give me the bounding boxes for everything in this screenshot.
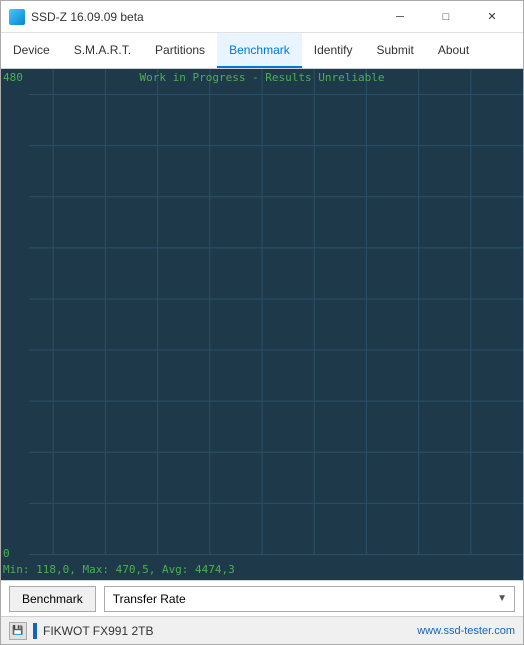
main-window: SSD-Z 16.09.09 beta ─ □ ✕ Device S.M.A.R… [0,0,524,645]
dropdown-wrapper: Transfer Rate Random Read Random Write ▼ [104,586,515,612]
website-label: www.ssd-tester.com [417,625,515,637]
app-icon [9,9,25,25]
benchmark-button[interactable]: Benchmark [9,586,96,612]
menu-bar: Device S.M.A.R.T. Partitions Benchmark I… [1,33,523,69]
minimize-button[interactable]: ─ [377,1,423,33]
menu-item-partitions[interactable]: Partitions [143,33,217,68]
main-content: 480 Work in Progress - Results Unreliabl… [1,69,523,580]
bottom-bar: Benchmark Transfer Rate Random Read Rand… [1,580,523,616]
chart-area: 480 Work in Progress - Results Unreliabl… [1,69,523,580]
menu-item-benchmark[interactable]: Benchmark [217,33,302,68]
menu-item-about[interactable]: About [426,33,481,68]
transfer-type-select[interactable]: Transfer Rate Random Read Random Write [104,586,515,612]
menu-item-submit[interactable]: Submit [364,33,425,68]
chart-stats: Min: 118,0, Max: 470,5, Avg: 4474,3 [3,563,235,576]
chart-y-max-label: 480 [3,71,23,84]
status-bar: 💾 FIKWOT FX991 2TB www.ssd-tester.com [1,616,523,644]
menu-item-identify[interactable]: Identify [302,33,365,68]
menu-item-smart[interactable]: S.M.A.R.T. [62,33,143,68]
chart-title: Work in Progress - Results Unreliable [139,71,384,84]
maximize-button[interactable]: □ [423,1,469,33]
title-bar: SSD-Z 16.09.09 beta ─ □ ✕ [1,1,523,33]
close-button[interactable]: ✕ [469,1,515,33]
chart-grid [1,69,523,580]
chart-y-min-label: 0 [3,547,10,560]
drive-name: FIKWOT FX991 2TB [43,624,411,638]
drive-indicator [33,623,37,639]
window-controls: ─ □ ✕ [377,1,515,33]
status-icon: 💾 [9,622,27,640]
window-title: SSD-Z 16.09.09 beta [31,10,377,24]
menu-item-device[interactable]: Device [1,33,62,68]
